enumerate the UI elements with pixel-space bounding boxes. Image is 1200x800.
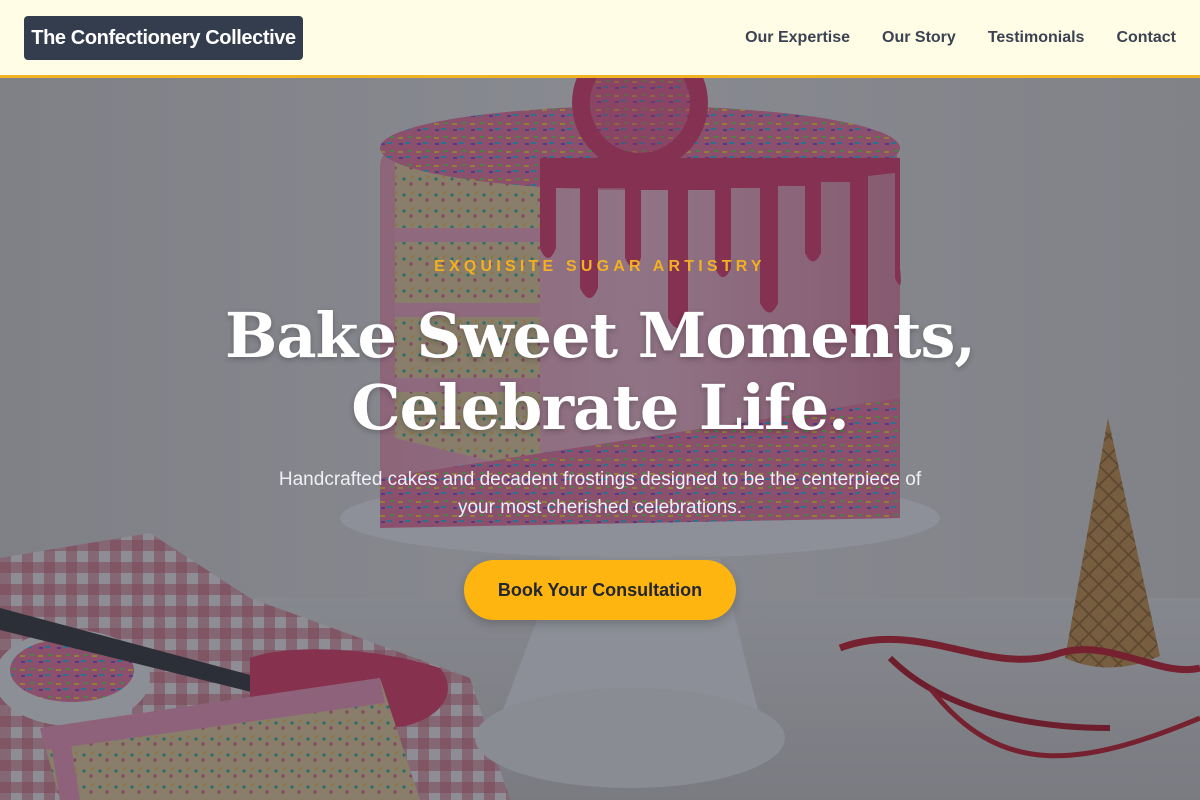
nav-link-our-expertise[interactable]: Our Expertise xyxy=(745,29,850,47)
main-nav: Our Expertise Our Story Testimonials Con… xyxy=(745,0,1176,76)
hero-eyebrow: EXQUISITE SUGAR ARTISTRY xyxy=(434,258,766,275)
hero-content: EXQUISITE SUGAR ARTISTRY Bake Sweet Mome… xyxy=(0,78,1200,800)
site-logo[interactable]: The Confectionery Collective xyxy=(24,16,303,60)
hero-headline-line2: Celebrate Life. xyxy=(351,371,849,444)
nav-link-contact[interactable]: Contact xyxy=(1116,29,1176,47)
hero-headline-line1: Bake Sweet Moments, xyxy=(224,299,976,372)
hero-subtitle: Handcrafted cakes and decadent frostings… xyxy=(278,469,922,518)
hero-section: EXQUISITE SUGAR ARTISTRY Bake Sweet Mome… xyxy=(0,78,1200,800)
hero-headline: Bake Sweet Moments, Celebrate Life. xyxy=(200,300,1000,444)
nav-link-testimonials[interactable]: Testimonials xyxy=(988,29,1085,47)
site-header: The Confectionery Collective Our Experti… xyxy=(0,0,1200,78)
nav-link-our-story[interactable]: Our Story xyxy=(882,29,956,47)
book-consultation-button[interactable]: Book Your Consultation xyxy=(464,560,736,620)
